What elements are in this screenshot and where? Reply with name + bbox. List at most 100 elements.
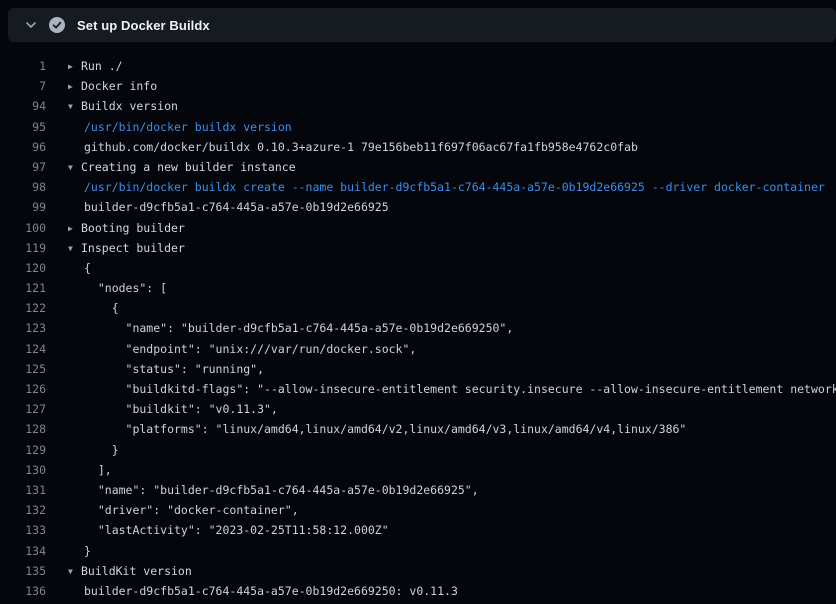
log-group-expanded[interactable]: ▼BuildKit version: [68, 561, 836, 581]
triangle-down-icon: ▼: [68, 562, 81, 581]
log-group-title: Docker info: [81, 79, 157, 93]
log-line: 99 builder-d9cfb5a1-c764-445a-a57e-0b19d2…: [0, 197, 836, 217]
line-number[interactable]: 133: [0, 520, 46, 540]
log-group-title: Booting builder: [81, 221, 185, 235]
log-group-expanded[interactable]: ▼Buildx version: [68, 96, 836, 116]
log-line: 130 ],: [0, 460, 836, 480]
triangle-down-icon: ▼: [68, 239, 81, 258]
line-number[interactable]: 123: [0, 318, 46, 338]
check-circle-icon: [49, 17, 65, 33]
triangle-right-icon: ▶: [68, 57, 81, 76]
line-number[interactable]: 1: [0, 56, 46, 76]
line-number[interactable]: 134: [0, 541, 46, 561]
log-group-title: Creating a new builder instance: [81, 160, 296, 174]
log-line: 7 ▶Docker info: [0, 76, 836, 96]
log-output-text: "driver": "docker-container",: [68, 500, 836, 520]
log-group-title: Buildx version: [81, 99, 178, 113]
line-number[interactable]: 119: [0, 238, 46, 258]
log-line: 1 ▶Run ./: [0, 56, 836, 76]
log-line: 100 ▶Booting builder: [0, 218, 836, 238]
line-number[interactable]: 121: [0, 278, 46, 298]
line-number[interactable]: 127: [0, 399, 46, 419]
log-line: 128 "platforms": "linux/amd64,linux/amd6…: [0, 419, 836, 439]
line-number[interactable]: 99: [0, 197, 46, 217]
log-group-title: BuildKit version: [81, 564, 192, 578]
log-line: 97 ▼Creating a new builder instance: [0, 157, 836, 177]
log-output-text: "status": "running",: [68, 359, 836, 379]
triangle-down-icon: ▼: [68, 97, 81, 116]
line-number[interactable]: 128: [0, 419, 46, 439]
log-line: 129 }: [0, 440, 836, 460]
log-output-text: "name": "builder-d9cfb5a1-c764-445a-a57e…: [68, 318, 836, 338]
line-number[interactable]: 100: [0, 218, 46, 238]
log-group-collapsed[interactable]: ▶Run ./: [68, 56, 836, 76]
log-output-text: builder-d9cfb5a1-c764-445a-a57e-0b19d2e6…: [68, 581, 836, 601]
log-group-collapsed[interactable]: ▶Booting builder: [68, 218, 836, 238]
log-output-text: "endpoint": "unix:///var/run/docker.sock…: [68, 339, 836, 359]
line-number[interactable]: 129: [0, 440, 46, 460]
line-number[interactable]: 125: [0, 359, 46, 379]
log-output: 1▶Run ./7▶Docker info94▼Buildx version95…: [0, 42, 836, 604]
line-number[interactable]: 135: [0, 561, 46, 581]
log-line: 124 "endpoint": "unix:///var/run/docker.…: [0, 339, 836, 359]
log-output-text: "nodes": [: [68, 278, 836, 298]
log-output-text: {: [68, 298, 836, 318]
log-line: 125 "status": "running",: [0, 359, 836, 379]
log-group-title: Run ./: [81, 59, 123, 73]
log-line: 119 ▼Inspect builder: [0, 238, 836, 258]
log-group-title: Inspect builder: [81, 241, 185, 255]
line-number[interactable]: 130: [0, 460, 46, 480]
log-output-text: "buildkitd-flags": "--allow-insecure-ent…: [68, 379, 836, 399]
log-line: 98/usr/bin/docker buildx create --name b…: [0, 177, 836, 197]
step-header[interactable]: Set up Docker Buildx: [8, 8, 836, 42]
line-number[interactable]: 132: [0, 500, 46, 520]
log-line: 131 "name": "builder-d9cfb5a1-c764-445a-…: [0, 480, 836, 500]
line-number[interactable]: 122: [0, 298, 46, 318]
log-group-expanded[interactable]: ▼Inspect builder: [68, 238, 836, 258]
log-line: 132 "driver": "docker-container",: [0, 500, 836, 520]
log-line: 95/usr/bin/docker buildx version: [0, 117, 836, 137]
log-line: 134}: [0, 541, 836, 561]
log-command-text: /usr/bin/docker buildx create --name bui…: [68, 177, 836, 197]
log-output-text: builder-d9cfb5a1-c764-445a-a57e-0b19d2e6…: [68, 197, 836, 217]
log-output-text: }: [68, 541, 836, 561]
line-number[interactable]: 124: [0, 339, 46, 359]
log-output-text: "buildkit": "v0.11.3",: [68, 399, 836, 419]
log-line: 126 "buildkitd-flags": "--allow-insecure…: [0, 379, 836, 399]
triangle-down-icon: ▼: [68, 158, 81, 177]
step-title: Set up Docker Buildx: [77, 18, 210, 33]
line-number[interactable]: 136: [0, 581, 46, 601]
line-number[interactable]: 95: [0, 117, 46, 137]
log-group-collapsed[interactable]: ▶Docker info: [68, 76, 836, 96]
log-line: 122 {: [0, 298, 836, 318]
log-line: 123 "name": "builder-d9cfb5a1-c764-445a-…: [0, 318, 836, 338]
log-output-text: "lastActivity": "2023-02-25T11:58:12.000…: [68, 520, 836, 540]
line-number[interactable]: 120: [0, 258, 46, 278]
log-group-expanded[interactable]: ▼Creating a new builder instance: [68, 157, 836, 177]
line-number[interactable]: 96: [0, 137, 46, 157]
line-number[interactable]: 98: [0, 177, 46, 197]
triangle-right-icon: ▶: [68, 219, 81, 238]
log-line: 96 github.com/docker/buildx 0.10.3+azure-…: [0, 137, 836, 157]
log-line: 136 builder-d9cfb5a1-c764-445a-a57e-0b19d…: [0, 581, 836, 601]
line-number[interactable]: 94: [0, 96, 46, 116]
log-line: 121 "nodes": [: [0, 278, 836, 298]
log-output-text: }: [68, 440, 836, 460]
chevron-down-icon[interactable]: [23, 17, 39, 33]
log-line: 94 ▼Buildx version: [0, 96, 836, 116]
log-output-text: "name": "builder-d9cfb5a1-c764-445a-a57e…: [68, 480, 836, 500]
line-number[interactable]: 126: [0, 379, 46, 399]
line-number[interactable]: 131: [0, 480, 46, 500]
log-output-text: {: [68, 258, 836, 278]
log-command-text: /usr/bin/docker buildx version: [68, 117, 836, 137]
log-output-text: "platforms": "linux/amd64,linux/amd64/v2…: [68, 419, 836, 439]
log-line: 120 {: [0, 258, 836, 278]
log-output-text: github.com/docker/buildx 0.10.3+azure-1 …: [68, 137, 836, 157]
log-line: 133 "lastActivity": "2023-02-25T11:58:12…: [0, 520, 836, 540]
log-line: 135 ▼BuildKit version: [0, 561, 836, 581]
line-number[interactable]: 97: [0, 157, 46, 177]
log-line: 127 "buildkit": "v0.11.3",: [0, 399, 836, 419]
triangle-right-icon: ▶: [68, 77, 81, 96]
log-output-text: ],: [68, 460, 836, 480]
line-number[interactable]: 7: [0, 76, 46, 96]
